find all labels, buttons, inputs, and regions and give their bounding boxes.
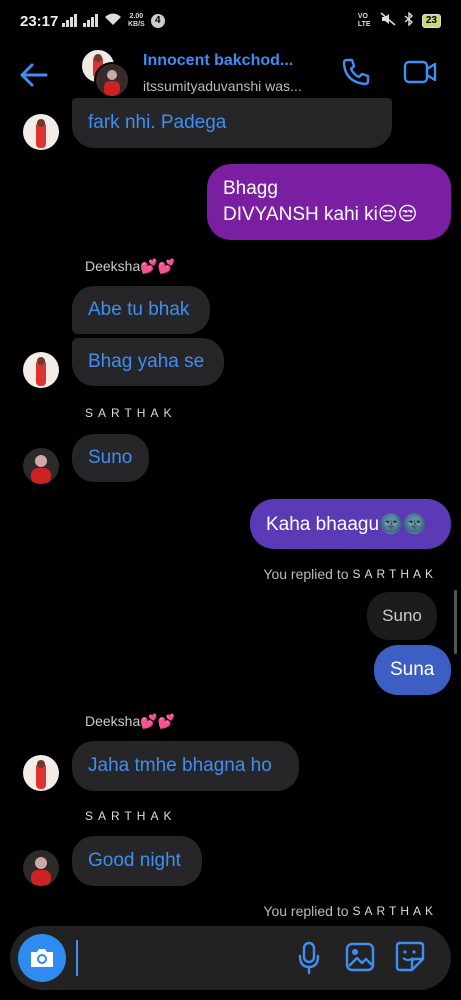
message-text-line1: Bhagg <box>223 178 278 199</box>
status-time: 23:17 <box>20 13 59 30</box>
message-text: Good night <box>88 850 181 871</box>
avatar[interactable] <box>23 114 59 150</box>
message-text: Suno <box>88 447 133 468</box>
reply-context: You replied to SARTHAK <box>263 566 437 582</box>
scrollbar[interactable] <box>454 590 457 654</box>
phone-icon <box>342 58 370 86</box>
incoming-message[interactable]: Suno <box>72 434 149 482</box>
message-text: Suna <box>390 659 435 680</box>
incoming-message[interactable]: Jaha tmhe bhagna ho <box>72 741 299 791</box>
voice-message-button[interactable] <box>296 940 322 976</box>
gallery-button[interactable] <box>344 940 376 974</box>
incoming-message[interactable]: Good night <box>72 836 202 886</box>
signal-icon <box>62 14 77 27</box>
sender-name: Deeksha💕💕 <box>85 258 176 274</box>
network-speed: 2.00 KB/S <box>128 12 145 28</box>
message-text: Bhag yaha se <box>88 351 205 372</box>
volte-indicator: VO LTE <box>357 12 371 28</box>
sender-name: SARTHAK <box>85 809 177 823</box>
back-button[interactable] <box>16 58 52 92</box>
outgoing-message[interactable]: Suna <box>374 645 451 695</box>
camera-icon <box>31 949 53 967</box>
camera-button[interactable] <box>18 934 66 982</box>
message-text-line2: DIVYANSH kahi ki😒😒 <box>223 204 418 225</box>
wifi-icon <box>104 12 122 29</box>
gallery-icon <box>345 942 375 972</box>
avatar[interactable] <box>23 352 59 388</box>
sticker-button[interactable] <box>394 940 426 974</box>
message-text: Abe tu bhak <box>88 299 190 320</box>
avatar[interactable] <box>23 448 59 484</box>
incoming-message[interactable]: fark nhi. Padega <box>72 98 392 148</box>
notification-count-badge: 4 <box>150 13 165 28</box>
video-call-button[interactable] <box>402 56 438 88</box>
reply-context: You replied to SARTHAK <box>263 903 437 919</box>
voice-call-button[interactable] <box>340 56 372 88</box>
group-avatar-member-2 <box>94 62 130 98</box>
avatar[interactable] <box>23 755 59 791</box>
video-camera-icon <box>403 60 437 84</box>
message-input[interactable] <box>76 940 288 976</box>
group-avatar[interactable] <box>80 48 130 98</box>
sender-name: SARTHAK <box>85 406 177 420</box>
chat-header: Innocent bakchod... itssumityaduvanshi w… <box>0 44 461 106</box>
sticker-icon <box>395 941 425 972</box>
message-composer <box>10 926 451 990</box>
battery-indicator: 23 <box>421 13 441 28</box>
sender-name: Deeksha💕💕 <box>85 713 176 729</box>
message-text: Jaha tmhe bhagna ho <box>88 755 272 776</box>
quoted-text: Suno <box>382 606 422 625</box>
message-text: Kaha bhaagu🌚🌚 <box>266 514 427 535</box>
signal-icon-2 <box>83 14 98 27</box>
bluetooth-icon <box>404 11 414 29</box>
status-bar: 23:17 2.00 KB/S 4 VO LTE 23 <box>0 0 461 44</box>
quoted-message[interactable]: Suno <box>367 592 437 640</box>
microphone-icon <box>298 941 320 975</box>
back-arrow-icon <box>20 63 48 87</box>
outgoing-message[interactable]: Kaha bhaagu🌚🌚 <box>250 499 451 549</box>
message-text: fark nhi. Padega <box>88 112 227 133</box>
mute-icon <box>380 12 396 29</box>
avatar[interactable] <box>23 850 59 886</box>
incoming-message[interactable]: Bhag yaha se <box>72 338 224 386</box>
chat-title[interactable]: Innocent bakchod... <box>143 52 293 70</box>
outgoing-message[interactable]: Bhagg DIVYANSH kahi ki😒😒 <box>207 164 451 240</box>
chat-subtitle: itssumityaduvanshi was... <box>143 78 302 94</box>
incoming-message[interactable]: Abe tu bhak <box>72 286 210 334</box>
